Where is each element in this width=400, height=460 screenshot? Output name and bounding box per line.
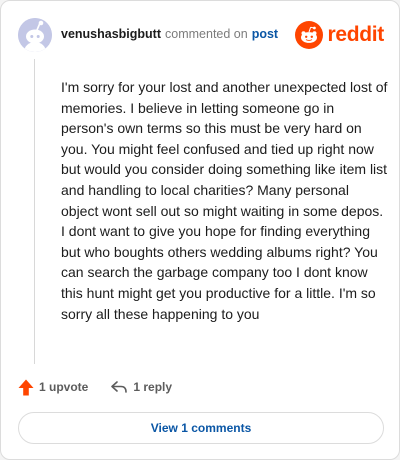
snoo-avatar-icon[interactable] bbox=[18, 18, 52, 52]
upvote-button[interactable]: 1 upvote bbox=[18, 379, 88, 396]
comment-card: venushasbigbutt commented on post reddit I… bbox=[0, 0, 400, 460]
comment-body: I'm sorry for your lost and another unex… bbox=[61, 79, 388, 322]
reply-arrow-icon bbox=[111, 381, 128, 393]
commented-on-text: commented on bbox=[165, 27, 248, 41]
comment-header: venushasbigbutt commented on post reddit bbox=[18, 18, 384, 52]
comment-meta: venushasbigbutt commented on post bbox=[61, 27, 278, 41]
upvote-arrow-icon bbox=[18, 379, 34, 395]
reddit-wordmark: reddit bbox=[327, 23, 384, 46]
username-link[interactable]: venushasbigbutt bbox=[61, 27, 161, 41]
upvote-count: 1 upvote bbox=[39, 380, 89, 394]
post-link[interactable]: post bbox=[252, 27, 278, 41]
comment-actions: 1 upvote 1 reply bbox=[18, 377, 172, 397]
reply-button[interactable]: 1 reply bbox=[110, 380, 172, 394]
reddit-logo[interactable]: reddit bbox=[295, 18, 384, 52]
view-comments-button[interactable]: View 1 comments bbox=[18, 412, 384, 444]
reply-count: 1 reply bbox=[133, 380, 173, 394]
thread-line[interactable] bbox=[34, 59, 35, 364]
reddit-snoo-icon bbox=[295, 21, 324, 49]
